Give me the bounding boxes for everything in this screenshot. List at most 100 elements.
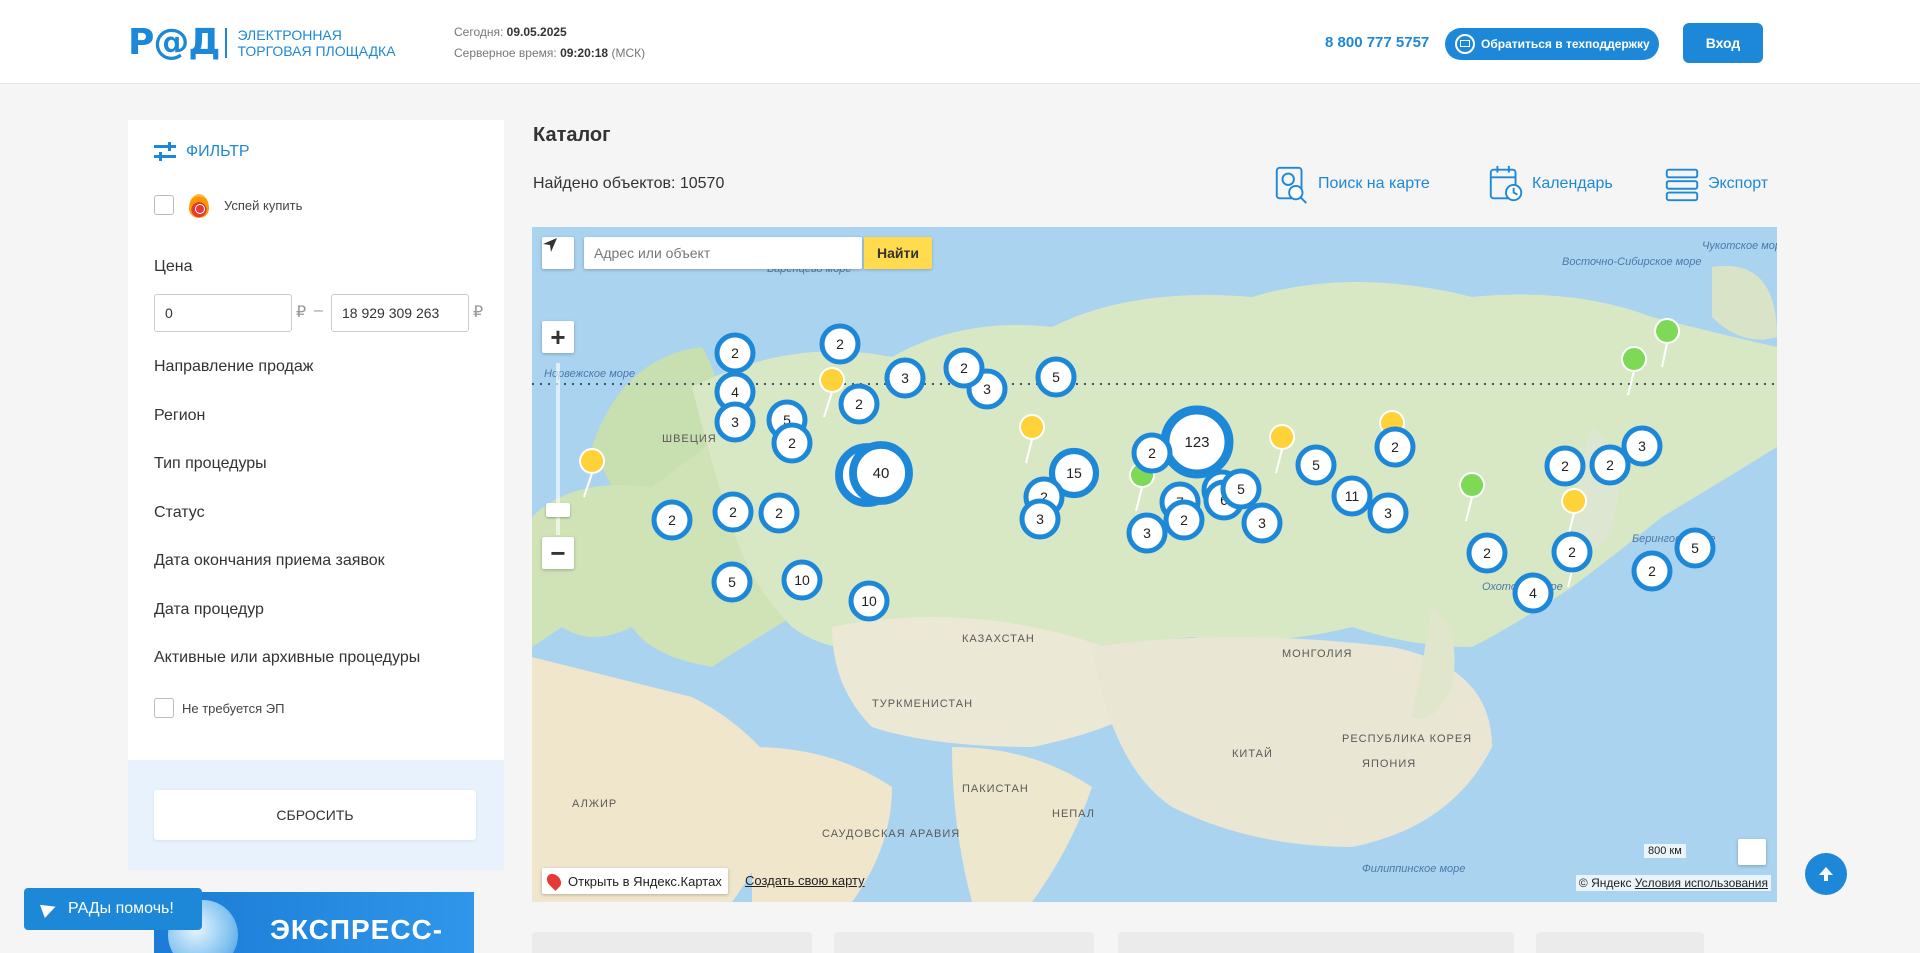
cluster-count: 2 — [1561, 458, 1569, 474]
cluster-count: 3 — [983, 381, 991, 397]
hurry-option[interactable]: Успей купить — [154, 190, 302, 220]
cluster-count: 40 — [873, 465, 890, 482]
promo-text: ЭКСПРЕСС- — [270, 914, 444, 945]
cluster-count: 123 — [1184, 434, 1209, 451]
cluster-count: 2 — [1180, 512, 1188, 528]
currency-to: ₽ — [473, 304, 484, 321]
promo-banner[interactable]: ЭКСПРЕСС- — [154, 892, 474, 953]
card-placeholder[interactable] — [834, 932, 1094, 953]
filter-panel: ФИЛЬТР Успей купить Цена 0 ₽ – 18 929 30… — [128, 120, 504, 870]
login-button[interactable]: Вход — [1683, 23, 1763, 63]
fire-icon — [186, 190, 212, 220]
map-label-mongolia: МОНГОЛИЯ — [1282, 648, 1353, 660]
cluster-count: 5 — [1237, 481, 1245, 497]
cluster-count: 2 — [1568, 544, 1576, 560]
location-arrow-icon — [543, 238, 557, 252]
map-label-alger: АЛЖИР — [572, 798, 617, 810]
logo-divider — [225, 28, 228, 58]
terms-link[interactable]: Условия использования — [1635, 876, 1768, 890]
header: Р@Д ЭЛЕКТРОННАЯ ТОРГОВАЯ ПЛОЩАДКА Сегодн… — [0, 0, 1920, 84]
card-placeholder[interactable] — [532, 932, 812, 953]
cluster-count: 2 — [960, 360, 968, 376]
map-label-china: КИТАЙ — [1232, 747, 1273, 760]
cluster-count: 10 — [861, 593, 877, 609]
cluster-count: 3 — [901, 370, 909, 386]
cluster-count: 5 — [1691, 540, 1699, 556]
create-map-link[interactable]: Создать свою карту — [745, 873, 865, 888]
reset-button[interactable]: СБРОСИТЬ — [154, 790, 476, 840]
card-placeholder[interactable] — [1536, 932, 1704, 953]
cluster-count: 3 — [1384, 505, 1392, 521]
map-search-input[interactable]: Адрес или объект — [584, 237, 862, 269]
cluster-count: 5 — [728, 574, 736, 590]
cluster-count: 15 — [1066, 465, 1082, 481]
cluster-count: 2 — [775, 505, 783, 521]
server-tz: (МСК) — [611, 46, 646, 60]
map-find-button[interactable]: Найти — [864, 237, 932, 269]
filter-title[interactable]: ФИЛЬТР — [154, 142, 250, 162]
map-label-east-sib: Восточно-Сибирское море — [1562, 256, 1702, 268]
cluster-count: 2 — [1391, 439, 1399, 455]
logo-line-2: ТОРГОВАЯ ПЛОЩАДКА — [237, 43, 396, 59]
map-search-label: Поиск на карте — [1318, 175, 1430, 192]
map-search-tool[interactable]: Поиск на карте — [1274, 164, 1430, 204]
cluster-count: 2 — [1648, 563, 1656, 579]
ruler-button[interactable] — [1738, 839, 1766, 865]
no-ep-checkbox[interactable] — [154, 698, 174, 718]
map[interactable]: Баренцево море Норвежское море Восточно-… — [532, 227, 1777, 902]
help-button[interactable]: РАДы помочь! — [24, 888, 202, 930]
calendar-icon — [1489, 165, 1523, 202]
price-from-input[interactable]: 0 — [154, 294, 292, 332]
server-info: Сегодня: 09.05.2025 Серверное время: 09:… — [454, 22, 645, 64]
filter-active-archive[interactable]: Активные или архивные процедуры — [154, 649, 420, 667]
card-placeholder[interactable] — [1118, 932, 1514, 953]
map-label-saudi: САУДОВСКАЯ АРАВИЯ — [822, 828, 960, 840]
price-to-input[interactable]: 18 929 309 263 — [331, 294, 469, 332]
support-label: Обратиться в техподдержку — [1481, 37, 1650, 51]
zoom-handle[interactable] — [546, 503, 570, 517]
help-label: РАДы помочь! — [68, 900, 174, 917]
cluster-count: 4 — [731, 384, 739, 400]
cluster-count: 4 — [1529, 585, 1537, 601]
open-in-yandex-maps[interactable]: Открыть в Яндекс.Картах — [542, 868, 728, 894]
phone-link[interactable]: 8 800 777 5757 — [1325, 34, 1429, 51]
hurry-checkbox[interactable] — [154, 195, 174, 215]
export-icon — [1665, 168, 1699, 202]
calendar-tool[interactable]: Календарь — [1488, 164, 1613, 204]
cluster-count: 11 — [1345, 488, 1360, 504]
zoom-out-button[interactable]: − — [542, 537, 574, 569]
geolocation-button[interactable] — [542, 237, 574, 269]
filter-title-text: ФИЛЬТР — [186, 143, 250, 160]
hurry-label: Успей купить — [224, 197, 303, 213]
map-search-icon — [1275, 166, 1307, 204]
no-ep-option[interactable]: Не требуется ЭП — [154, 698, 284, 718]
map-copyright: © Яндекс Условия использования — [1575, 875, 1771, 891]
cluster-count: 5 — [1312, 457, 1320, 473]
filter-procedure-date[interactable]: Дата процедур — [154, 601, 264, 619]
logo-text: ЭЛЕКТРОННАЯ ТОРГОВАЯ ПЛОЩАДКА — [237, 27, 395, 59]
filter-sales-direction[interactable]: Направление продаж — [154, 358, 313, 376]
map-canvas[interactable]: Баренцево море Норвежское море Восточно-… — [532, 227, 1777, 902]
open-label: Открыть в Яндекс.Картах — [568, 873, 722, 889]
filter-status[interactable]: Статус — [154, 504, 205, 522]
cluster-count: 3 — [1258, 515, 1266, 531]
scroll-up-button[interactable] — [1805, 853, 1847, 895]
map-label-philippine: Филиппинское море — [1362, 863, 1465, 875]
map-label-kazakhstan: КАЗАХСТАН — [962, 633, 1035, 645]
export-label: Экспорт — [1708, 175, 1769, 192]
filter-procedure-type[interactable]: Тип процедуры — [154, 455, 267, 473]
cluster-count: 2 — [1148, 445, 1156, 461]
zoom-in-button[interactable]: + — [542, 321, 574, 353]
cluster-count: 2 — [668, 512, 676, 528]
cluster-count: 2 — [788, 435, 796, 451]
export-tool[interactable]: Экспорт — [1664, 164, 1768, 204]
filter-deadline-date[interactable]: Дата окончания приема заявок — [154, 552, 385, 570]
cluster-count: 3 — [1638, 438, 1646, 454]
cluster-count: 3 — [1143, 525, 1151, 541]
filter-region[interactable]: Регион — [154, 407, 205, 425]
server-time-label: Серверное время: — [454, 46, 557, 60]
logo[interactable]: Р@Д ЭЛЕКТРОННАЯ ТОРГОВАЯ ПЛОЩАДКА — [128, 25, 396, 61]
arrow-up-icon — [1819, 867, 1833, 881]
support-button[interactable]: Обратиться в техподдержку — [1445, 28, 1659, 60]
logo-line-1: ЭЛЕКТРОННАЯ — [237, 27, 342, 43]
